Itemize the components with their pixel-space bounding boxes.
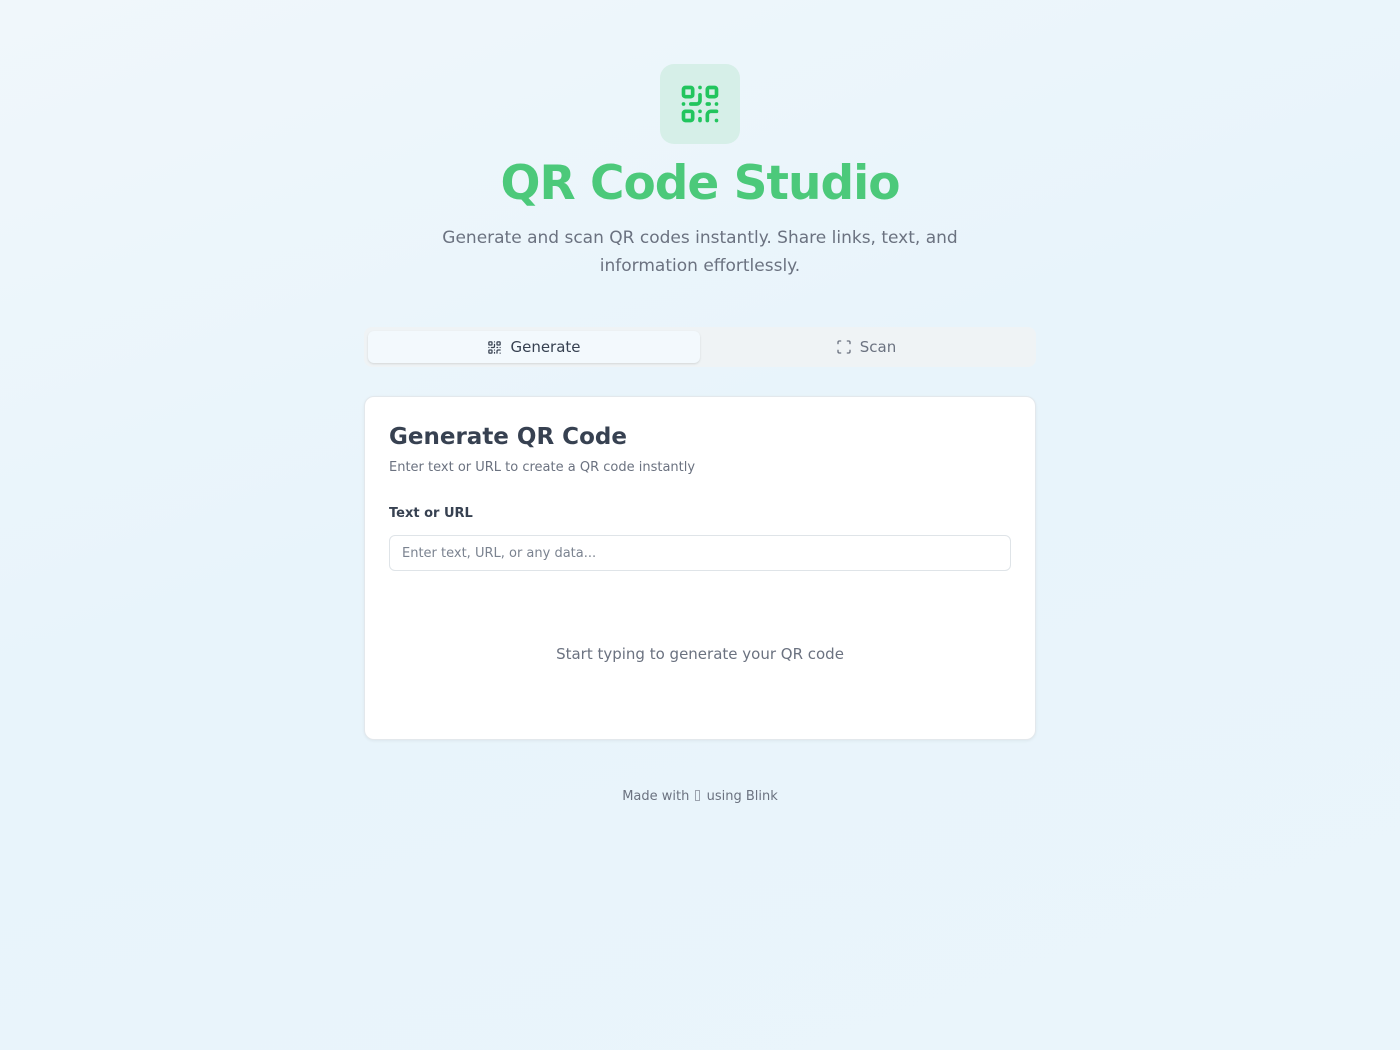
- scan-icon: [837, 340, 851, 354]
- tab-scan-label: Scan: [859, 338, 897, 356]
- page-title: QR Code Studio: [500, 156, 901, 211]
- heart-icon: [695, 790, 701, 801]
- text-or-url-label: Text or URL: [389, 506, 473, 521]
- qr-code-icon: [681, 85, 719, 123]
- generate-card: Generate QR Code Enter text or URL to cr…: [364, 396, 1036, 740]
- page-subtitle: Generate and scan QR codes instantly. Sh…: [442, 228, 958, 276]
- card-description: Enter text or URL to create a QR code in…: [389, 460, 696, 475]
- app-logo: [660, 64, 740, 144]
- footer: Made with using Blink: [0, 789, 1400, 804]
- mode-tabs: Generate Scan: [364, 327, 1036, 367]
- tab-generate[interactable]: Generate: [368, 331, 700, 363]
- qr-code-icon: [488, 340, 502, 354]
- tab-generate-label: Generate: [510, 338, 581, 356]
- text-or-url-input[interactable]: [389, 535, 1011, 571]
- footer-prefix: Made with: [622, 789, 690, 804]
- empty-state-message: Start typing to generate your QR code: [556, 645, 844, 663]
- card-title: Generate QR Code: [389, 424, 627, 450]
- tab-scan[interactable]: Scan: [700, 331, 1032, 363]
- footer-suffix: using Blink: [706, 789, 778, 804]
